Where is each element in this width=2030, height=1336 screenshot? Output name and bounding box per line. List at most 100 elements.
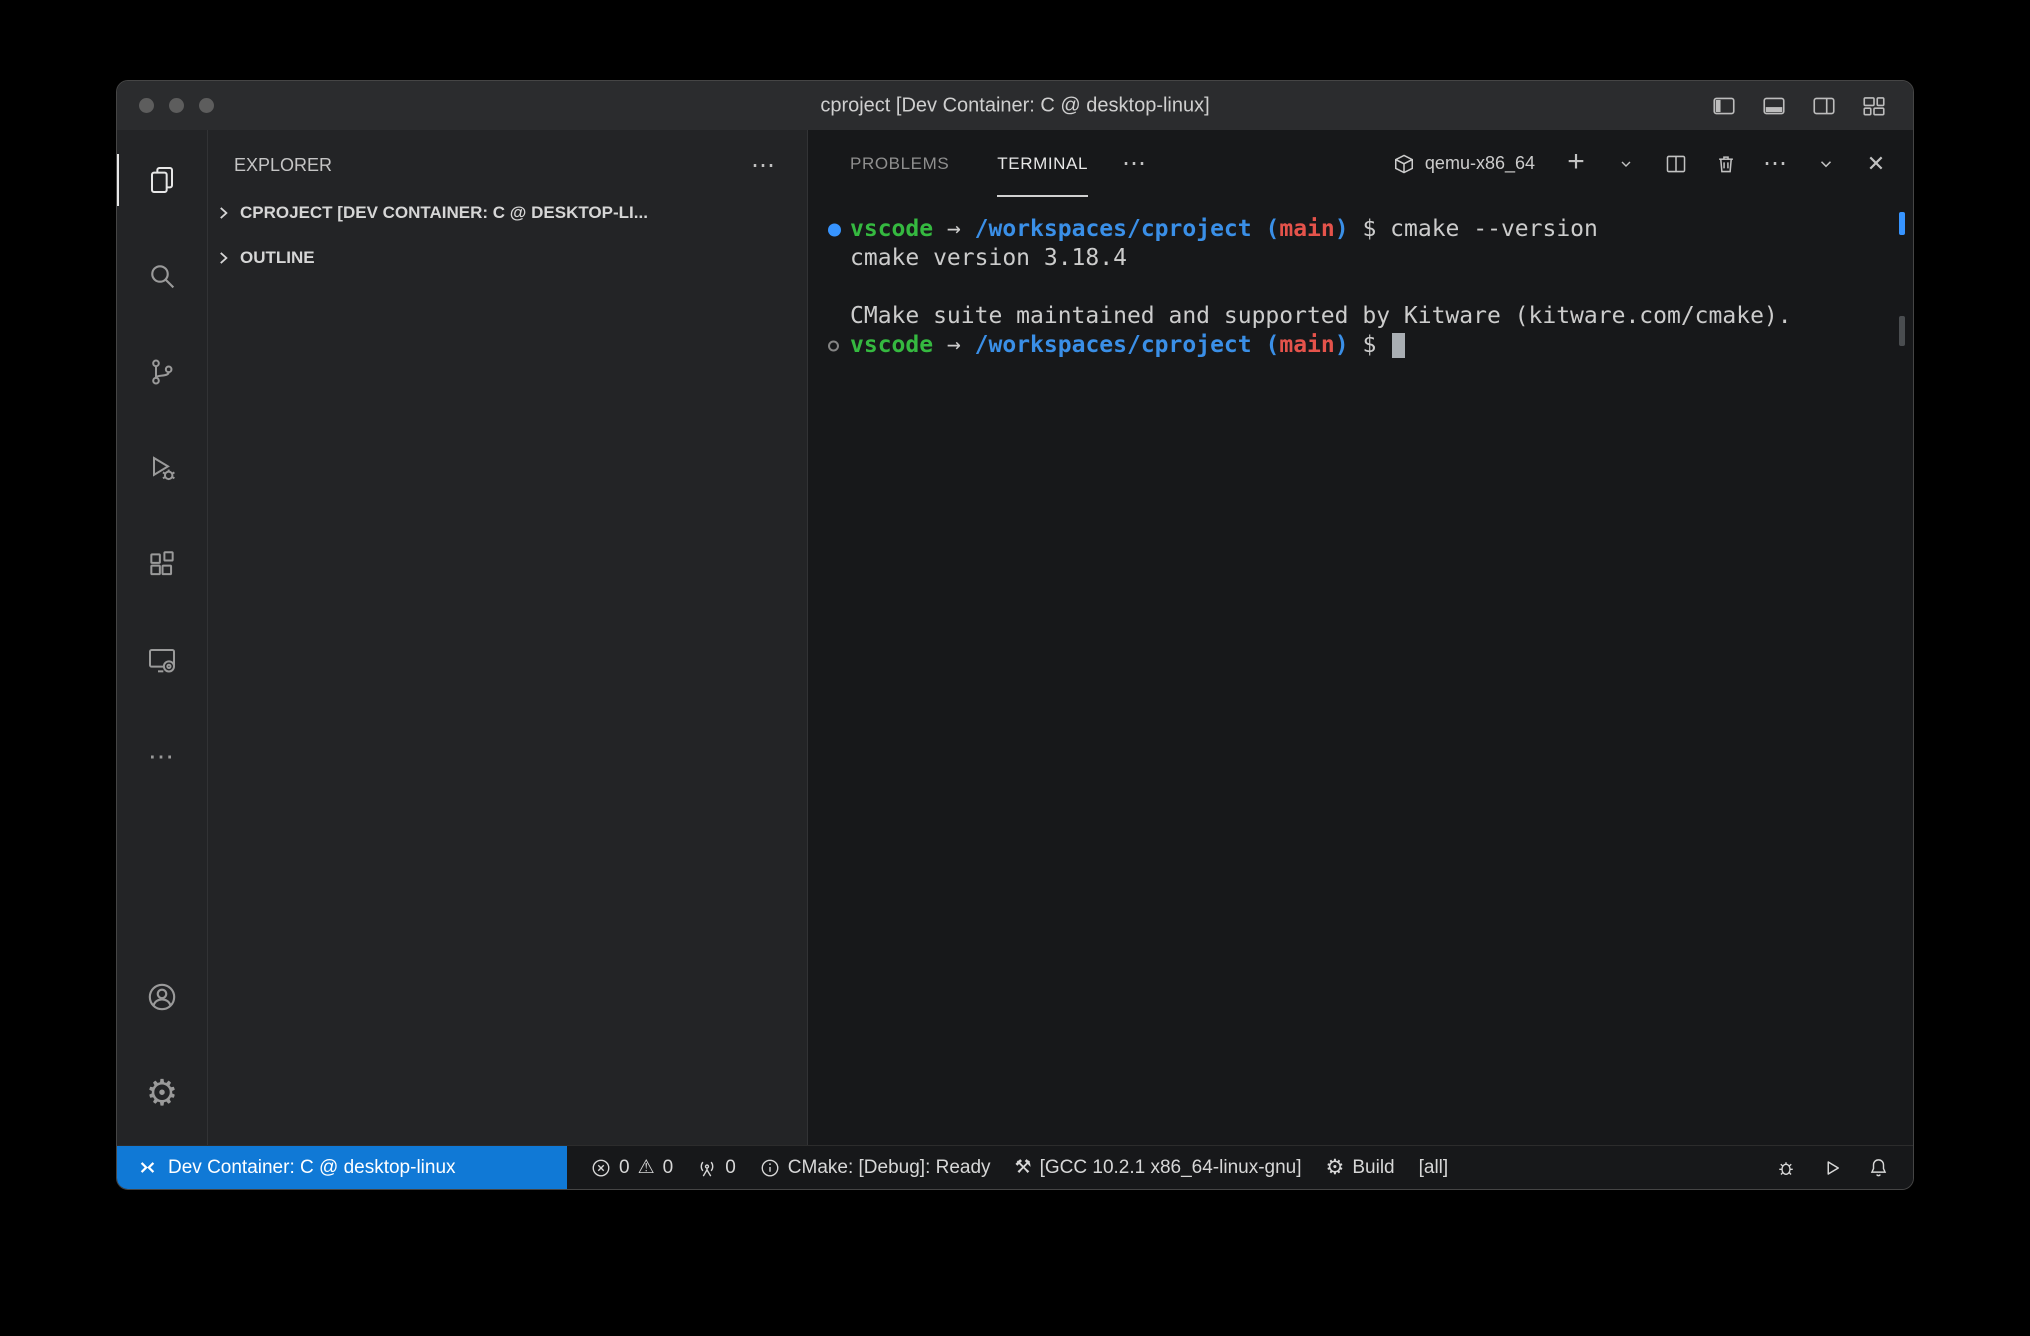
gear-icon: ⚙: [146, 1075, 178, 1111]
command-decoration-icon[interactable]: [828, 223, 841, 236]
toggle-sidebar-icon[interactable]: [1711, 93, 1737, 119]
cmake-build-target[interactable]: [all]: [1419, 1157, 1449, 1179]
notifications-button[interactable]: [1868, 1157, 1889, 1178]
tools-icon: ⚒: [1015, 1158, 1032, 1177]
prompt-arrow: →: [947, 216, 961, 242]
activity-explorer[interactable]: [117, 140, 207, 220]
activity-source-control[interactable]: [117, 332, 207, 412]
tab-problems[interactable]: PROBLEMS: [850, 130, 949, 197]
terminal-profile-name: qemu-x86_64: [1425, 153, 1535, 174]
status-bar: Dev Container: C @ desktop-linux 0 ⚠ 0: [117, 1145, 1913, 1189]
radio-tower-icon: [697, 1158, 717, 1178]
plus-icon: +: [1567, 147, 1585, 177]
explorer-section-outline[interactable]: OUTLINE: [208, 235, 807, 280]
panel-tabs-more-icon[interactable]: ⋯: [1122, 149, 1146, 178]
source-control-icon: [146, 356, 178, 388]
activity-bar: ⋯ ⚙: [117, 130, 208, 1145]
cmake-kit[interactable]: ⚒ [GCC 10.2.1 x86_64-linux-gnu]: [1015, 1157, 1302, 1179]
cube-icon: [1393, 153, 1415, 175]
panel-tabs: PROBLEMS TERMINAL: [850, 130, 1088, 197]
section-label: CPROJECT [DEV CONTAINER: C @ DESKTOP-LI.…: [240, 203, 648, 223]
activity-extensions[interactable]: [117, 524, 207, 604]
build-target-label: [all]: [1419, 1157, 1449, 1179]
activity-accounts[interactable]: [117, 957, 207, 1037]
prompt-arrow: →: [947, 332, 961, 358]
port-count: 0: [725, 1157, 736, 1179]
explorer-section-project[interactable]: CPROJECT [DEV CONTAINER: C @ DESKTOP-LI.…: [208, 190, 807, 235]
toggle-panel-icon[interactable]: [1761, 93, 1787, 119]
vscode-window: cproject [Dev Container: C @ desktop-lin…: [116, 80, 1914, 1190]
close-panel-button[interactable]: ✕: [1861, 149, 1891, 179]
remote-label: Dev Container: C @ desktop-linux: [168, 1157, 456, 1179]
titlebar: cproject [Dev Container: C @ desktop-lin…: [117, 81, 1913, 130]
launch-target-button[interactable]: [1822, 1158, 1842, 1178]
section-label: OUTLINE: [240, 248, 315, 268]
cmake-status-label: CMake: [Debug]: Ready: [788, 1157, 991, 1179]
activity-remote-explorer[interactable]: [117, 620, 207, 700]
scrollbar-thumb[interactable]: [1899, 316, 1905, 346]
cmake-build-button[interactable]: ⚙ Build: [1326, 1157, 1395, 1179]
prompt-paren: (: [1265, 216, 1279, 242]
split-icon: [1665, 153, 1687, 175]
activity-more[interactable]: ⋯: [117, 716, 207, 796]
build-label: Build: [1352, 1157, 1394, 1179]
new-terminal-button[interactable]: +: [1561, 149, 1591, 179]
panel-actions: qemu-x86_64 +: [1393, 149, 1891, 179]
command-decoration-icon[interactable]: [828, 340, 839, 351]
panel-more-actions-button[interactable]: ⋯: [1761, 149, 1791, 179]
statusbar-right: [1776, 1146, 1913, 1189]
split-terminal-button[interactable]: [1661, 149, 1691, 179]
error-icon: [591, 1158, 611, 1178]
activity-run-debug[interactable]: [117, 428, 207, 508]
terminal-line-output: CMake suite maintained and supported by …: [850, 302, 1883, 331]
prompt-path: /workspaces/cproject: [975, 216, 1252, 242]
ports-indicator[interactable]: 0: [697, 1157, 736, 1179]
chevron-right-icon: [214, 204, 232, 222]
account-icon: [145, 980, 179, 1014]
statusbar-items: 0 ⚠ 0 0: [567, 1146, 1448, 1189]
more-icon: ⋯: [1763, 152, 1789, 176]
prompt-branch: main: [1279, 332, 1334, 358]
terminal-cursor: [1392, 333, 1405, 358]
prompt-dollar: $: [1362, 332, 1376, 358]
remote-indicator[interactable]: Dev Container: C @ desktop-linux: [117, 1146, 567, 1189]
extensions-icon: [146, 548, 178, 580]
bottom-panel: PROBLEMS TERMINAL ⋯: [808, 130, 1913, 1145]
error-count: 0: [619, 1157, 630, 1179]
warning-count: 0: [663, 1157, 674, 1179]
prompt-user: vscode: [850, 332, 933, 358]
prompt-path: /workspaces/cproject: [975, 332, 1252, 358]
customize-layout-icon[interactable]: [1861, 93, 1887, 119]
info-icon: [760, 1158, 780, 1178]
sidebar-more-icon[interactable]: ⋯: [751, 151, 775, 180]
problems-indicator[interactable]: 0 ⚠ 0: [591, 1157, 673, 1179]
warning-icon: ⚠: [638, 1158, 655, 1177]
terminal-profile-selector[interactable]: qemu-x86_64: [1393, 153, 1535, 175]
minimize-window-button[interactable]: [169, 98, 184, 113]
sidebar-header: EXPLORER ⋯: [208, 140, 807, 190]
desktop-background: cproject [Dev Container: C @ desktop-lin…: [0, 0, 2030, 1336]
maximize-window-button[interactable]: [199, 98, 214, 113]
hide-panel-button[interactable]: [1811, 149, 1841, 179]
terminal-viewport[interactable]: vscode → /workspaces/cproject (main) $ c…: [808, 197, 1913, 1145]
run-debug-icon: [146, 452, 178, 484]
bell-icon: [1868, 1157, 1889, 1178]
chevron-down-icon: [1618, 156, 1634, 172]
toggle-secondary-sidebar-icon[interactable]: [1811, 93, 1837, 119]
close-window-button[interactable]: [139, 98, 154, 113]
terminal-profile-dropdown[interactable]: [1611, 149, 1641, 179]
activity-settings[interactable]: ⚙: [117, 1053, 207, 1133]
prompt-branch: main: [1279, 216, 1334, 242]
terminal-line-command: vscode → /workspaces/cproject (main) $ c…: [850, 215, 1883, 244]
debug-target-button[interactable]: [1776, 1158, 1796, 1178]
window-controls: [117, 98, 214, 113]
activity-search[interactable]: [117, 236, 207, 316]
kill-terminal-button[interactable]: [1711, 149, 1741, 179]
more-icon: ⋯: [148, 743, 176, 769]
play-icon: [1822, 1158, 1842, 1178]
terminal-line-blank: [850, 273, 1883, 302]
tab-terminal[interactable]: TERMINAL: [997, 130, 1088, 197]
gear-icon: ⚙: [1326, 1157, 1345, 1178]
terminal-line-output: cmake version 3.18.4: [850, 244, 1883, 273]
cmake-status[interactable]: CMake: [Debug]: Ready: [760, 1157, 991, 1179]
